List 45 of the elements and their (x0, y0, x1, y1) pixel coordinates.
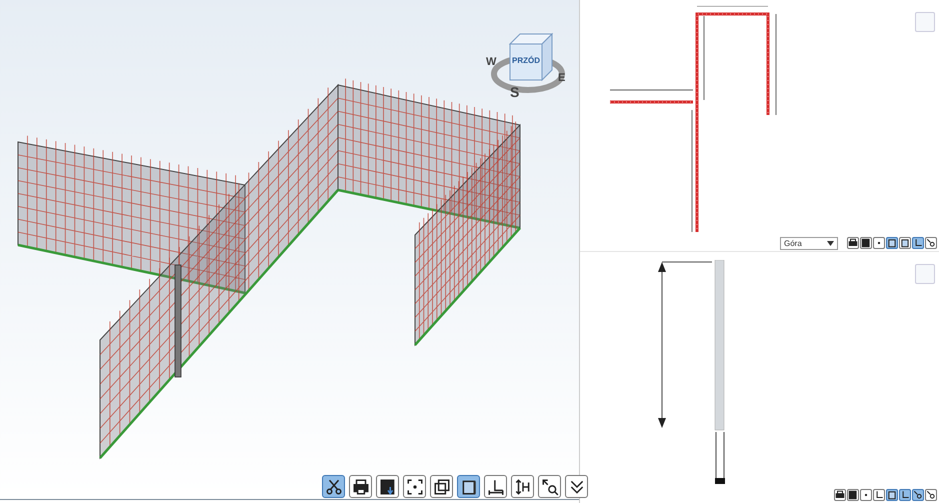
compass-letter: W (486, 56, 496, 68)
dropdown-caret-icon (827, 240, 834, 246)
dimension-button[interactable] (484, 475, 507, 498)
dimension-icon (874, 490, 884, 500)
dimension-icon (913, 238, 923, 248)
save-button[interactable] (376, 475, 399, 498)
dimension-button[interactable] (912, 237, 924, 249)
print-icon (835, 490, 845, 500)
print-button[interactable] (349, 475, 372, 498)
dimension-icon (486, 478, 504, 496)
scissors-button[interactable] (322, 475, 345, 498)
zoom-button[interactable] (925, 489, 937, 501)
height-icon (514, 478, 532, 496)
zoom-icon (540, 478, 558, 496)
view-dropdown[interactable]: Góra (780, 236, 838, 250)
zoom-button[interactable] (912, 489, 924, 501)
save-icon (861, 238, 871, 248)
print-icon (848, 238, 858, 248)
save-icon (378, 478, 396, 496)
print-icon (352, 478, 370, 496)
dimension-icon (900, 490, 910, 500)
save-button[interactable] (847, 489, 859, 501)
shaded-button[interactable] (457, 475, 480, 498)
view-toggle-button[interactable] (915, 264, 935, 284)
more-button[interactable] (565, 475, 588, 498)
compass-letter: E (558, 72, 566, 84)
zoom-button[interactable] (538, 475, 561, 498)
save-icon (848, 490, 858, 500)
scissors-icon (324, 478, 342, 496)
zoom-icon (913, 490, 923, 500)
view-toggle-button[interactable] (915, 12, 935, 32)
print-button[interactable] (834, 489, 846, 501)
cube-face-label: PRZÓD (511, 56, 541, 65)
dimension-button[interactable] (899, 489, 911, 501)
print-button[interactable] (847, 237, 859, 249)
fit-button[interactable] (403, 475, 426, 498)
zoom-icon (926, 238, 936, 248)
zoom-button[interactable] (925, 237, 937, 249)
compass-letter: S (510, 84, 520, 100)
save-button[interactable] (860, 237, 872, 249)
dimension-button[interactable] (873, 489, 885, 501)
wireframe-icon (432, 478, 450, 496)
wireframe-button[interactable] (430, 475, 453, 498)
height-button[interactable] (511, 475, 534, 498)
zoom-icon (926, 490, 936, 500)
